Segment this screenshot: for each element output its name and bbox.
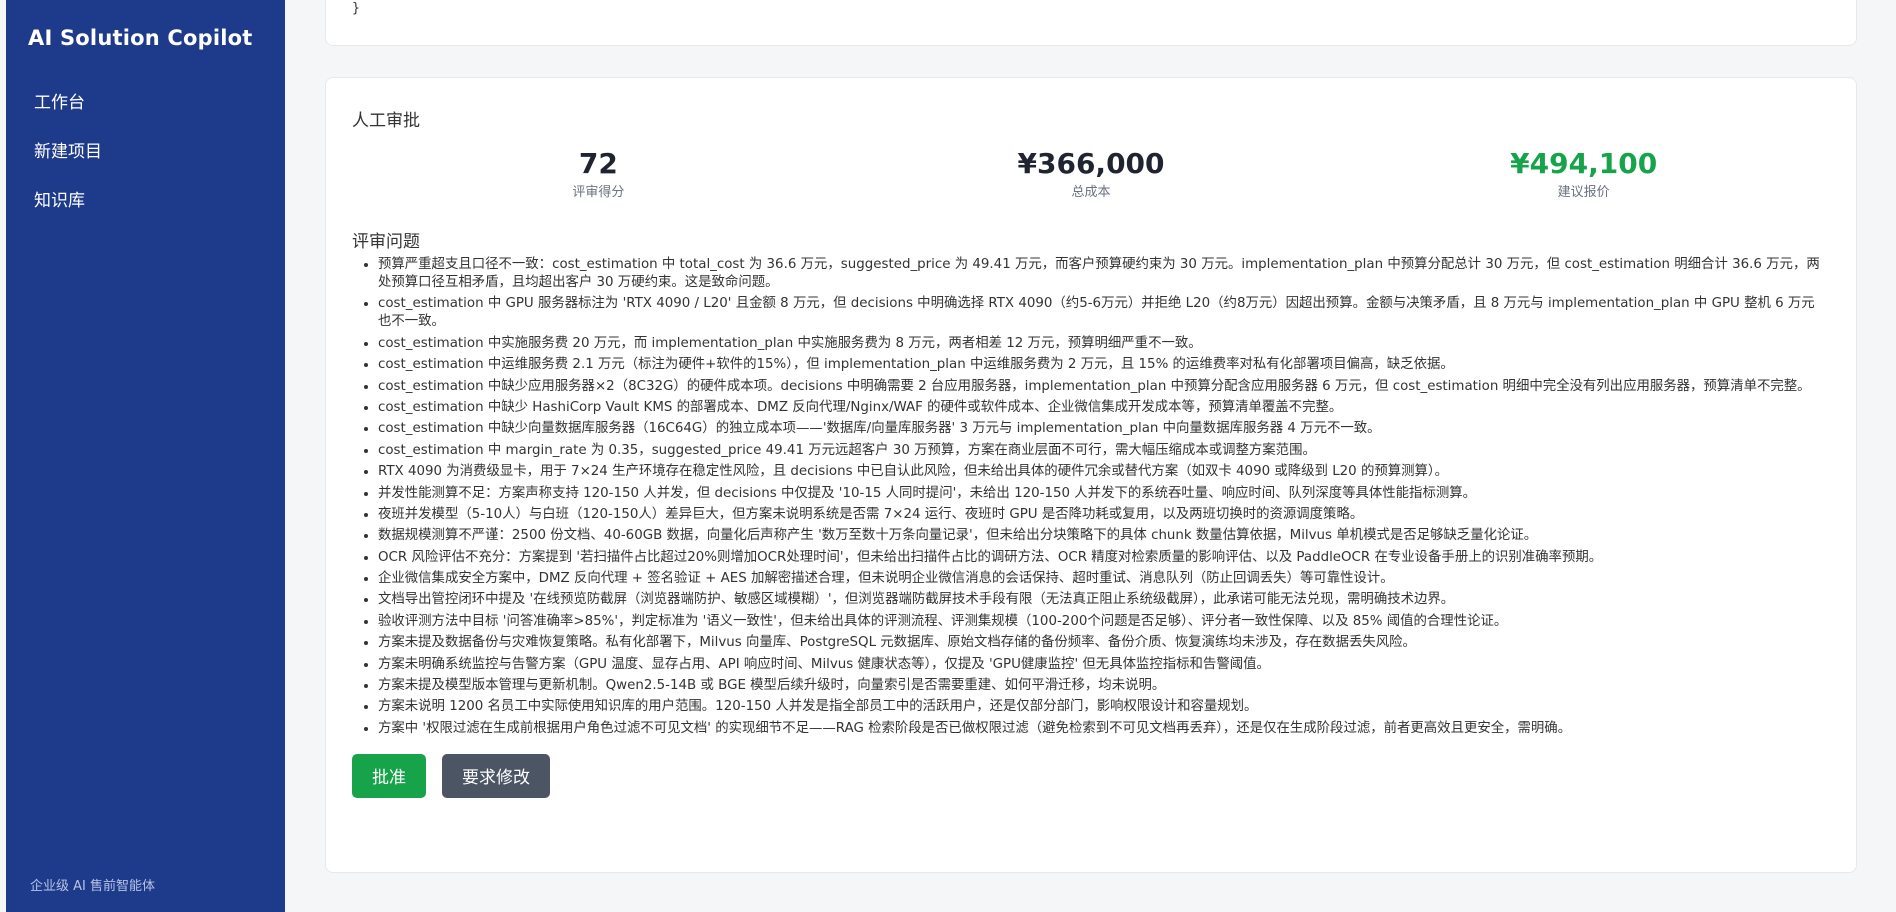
review-stats: 72 评审得分 ¥366,000 总成本 ¥494,100 建议报价 (352, 147, 1830, 215)
request-changes-button[interactable]: 要求修改 (442, 753, 550, 798)
brand-title: AI Solution Copilot (28, 26, 253, 50)
score-value: 72 (578, 147, 618, 180)
review-title: 人工审批 (352, 111, 420, 131)
list-item: 文档导出管控闭环中提及 '在线预览防截屏（浏览器端防护、敏感区域模糊）'，但浏览… (364, 591, 1830, 609)
list-item: cost_estimation 中 margin_rate 为 0.35，sug… (364, 442, 1830, 460)
list-item: 方案中 '权限过滤在生成前根据用户角色过滤不可见文档' 的实现细节不足——RAG… (364, 720, 1830, 738)
list-item: 预算严重超支且口径不一致：cost_estimation 中 total_cos… (364, 256, 1830, 292)
code-tail: } (352, 1, 360, 16)
list-item: 并发性能测算不足：方案声称支持 120-150 人并发，但 decisions … (364, 485, 1830, 503)
list-item: cost_estimation 中缺少 HashiCorp Vault KMS … (364, 399, 1830, 417)
list-item: cost_estimation 中运维服务费 2.1 万元（标注为硬件+软件的1… (364, 356, 1830, 374)
cost-label: 总成本 (1071, 185, 1111, 200)
code-output-card: } (325, 0, 1857, 46)
list-item: cost_estimation 中缺少应用服务器×2（8C32G）的硬件成本项。… (364, 378, 1830, 396)
cost-value: ¥366,000 (1017, 147, 1165, 180)
score-label: 评审得分 (572, 185, 625, 200)
stat-score: 72 评审得分 (352, 147, 845, 215)
stat-price: ¥494,100 建议报价 (1337, 147, 1830, 215)
list-item: 数据规模测算不严谨：2500 份文档、40-60GB 数据，向量化后声称产生 '… (364, 527, 1830, 545)
list-item: OCR 风险评估不充分：方案提到 '若扫描件占比超过20%则增加OCR处理时间'… (364, 549, 1830, 567)
list-item: 方案未提及数据备份与灾难恢复策略。私有化部署下，Milvus 向量库、Postg… (364, 634, 1830, 652)
main-content: } 人工审批 72 评审得分 ¥366,000 总成本 ¥494,100 建议报… (285, 0, 1896, 912)
list-item: 方案未说明 1200 名员工中实际使用知识库的用户范围。120-150 人并发是… (364, 698, 1830, 716)
sidebar: AI Solution Copilot 工作台 新建项目 知识库 企业级 AI … (6, 0, 285, 912)
list-item: cost_estimation 中 GPU 服务器标注为 'RTX 4090 /… (364, 295, 1830, 331)
stat-cost: ¥366,000 总成本 (845, 147, 1338, 215)
issues-title: 评审问题 (352, 232, 420, 252)
review-actions: 批准 要求修改 (352, 753, 1830, 798)
nav-item-workbench[interactable]: 工作台 (28, 76, 263, 125)
sidebar-footer: 企业级 AI 售前智能体 (30, 879, 155, 894)
list-item: 方案未提及模型版本管理与更新机制。Qwen2.5-14B 或 BGE 模型后续升… (364, 677, 1830, 695)
list-item: cost_estimation 中实施服务费 20 万元，而 implement… (364, 335, 1830, 353)
list-item: RTX 4090 为消费级显卡，用于 7×24 生产环境存在稳定性风险，且 de… (364, 463, 1830, 481)
price-label: 建议报价 (1557, 185, 1610, 200)
list-item: 验收评测方法中目标 '问答准确率>85%'，判定标准为 '语义一致性'，但未给出… (364, 613, 1830, 631)
price-value: ¥494,100 (1510, 147, 1658, 180)
nav-item-knowledge-base[interactable]: 知识库 (28, 174, 263, 223)
list-item: cost_estimation 中缺少向量数据库服务器（16C64G）的独立成本… (364, 420, 1830, 438)
manual-review-card: 人工审批 72 评审得分 ¥366,000 总成本 ¥494,100 建议报价 … (325, 77, 1857, 873)
list-item: 企业微信集成安全方案中，DMZ 反向代理 + 签名验证 + AES 加解密描述合… (364, 570, 1830, 588)
list-item: 方案未明确系统监控与告警方案（GPU 温度、显存占用、API 响应时间、Milv… (364, 656, 1830, 674)
issues-list: 预算严重超支且口径不一致：cost_estimation 中 total_cos… (352, 256, 1830, 738)
list-item: 夜班并发模型（5-10人）与白班（120-150人）差异巨大，但方案未说明系统是… (364, 506, 1830, 524)
approve-button[interactable]: 批准 (352, 753, 426, 798)
nav-item-new-project[interactable]: 新建项目 (28, 125, 263, 174)
